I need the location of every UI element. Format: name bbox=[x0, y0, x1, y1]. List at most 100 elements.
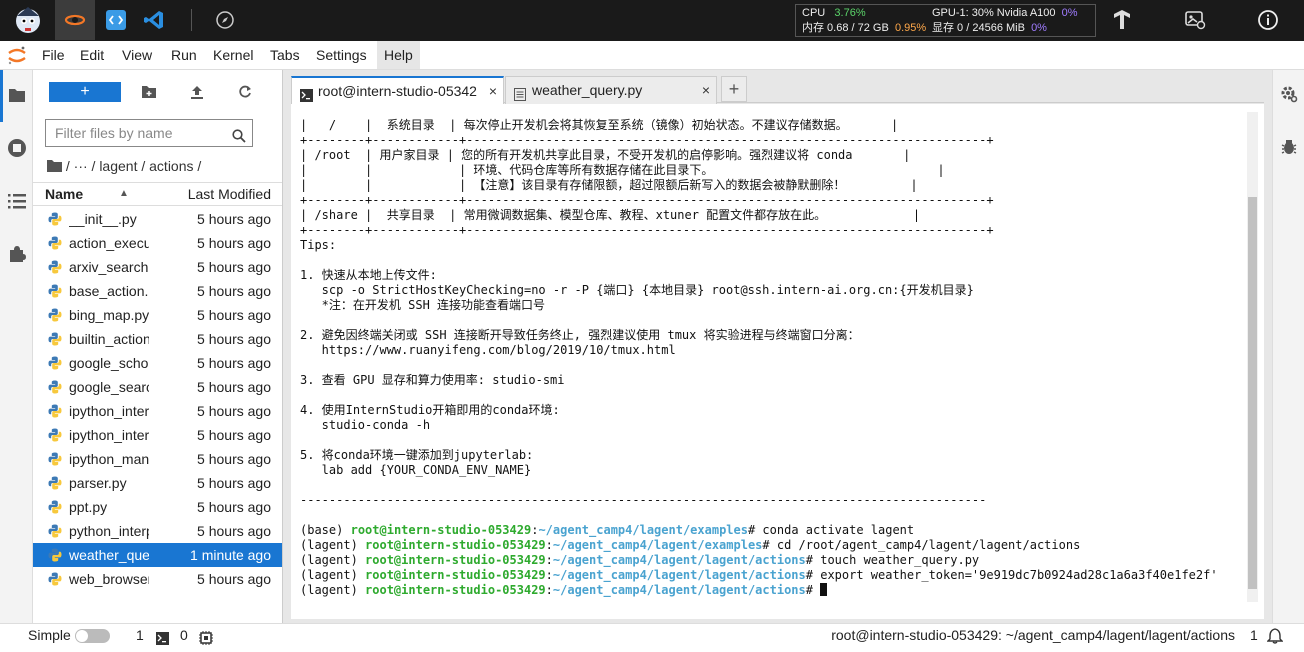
file-modified: 5 hours ago bbox=[197, 499, 271, 515]
new-launcher-button[interactable]: + bbox=[49, 82, 121, 102]
folder-home-icon[interactable] bbox=[47, 159, 62, 172]
file-row[interactable]: bing_map.py 5 hours ago bbox=[33, 303, 282, 327]
kernel-activity-icon[interactable] bbox=[199, 629, 213, 652]
file-row[interactable]: google_scholar_search.py 5 hours ago bbox=[33, 351, 282, 375]
file-row[interactable]: python_interpreter.py 5 hours ago bbox=[33, 519, 282, 543]
menu-help[interactable]: Help bbox=[377, 41, 420, 69]
conda-env: (lagent) bbox=[300, 538, 358, 552]
tab-terminal[interactable]: root@intern-studio-05342 × bbox=[291, 76, 504, 105]
file-modified: 5 hours ago bbox=[197, 571, 271, 587]
column-name[interactable]: Name bbox=[45, 183, 83, 205]
menu-edit[interactable]: Edit bbox=[73, 41, 111, 69]
new-folder-icon[interactable] bbox=[137, 82, 161, 102]
file-name: bing_map.py bbox=[69, 307, 149, 323]
menu-tabs[interactable]: Tabs bbox=[263, 41, 307, 69]
prompt-user: root@intern-studio-053429 bbox=[365, 538, 546, 552]
file-name: google_search.py bbox=[69, 379, 149, 395]
file-modified: 5 hours ago bbox=[197, 451, 271, 467]
tab-weather-query[interactable]: weather_query.py × bbox=[505, 76, 717, 104]
file-row[interactable]: __init__.py 5 hours ago bbox=[33, 207, 282, 231]
extensions-puzzle-icon[interactable] bbox=[6, 243, 27, 264]
file-row[interactable]: base_action.py 5 hours ago bbox=[33, 279, 282, 303]
file-filter-input[interactable] bbox=[45, 119, 253, 147]
file-row[interactable]: weather_query.py 1 minute ago bbox=[33, 543, 282, 567]
menu-kernel[interactable]: Kernel bbox=[206, 41, 260, 69]
toggle-knob bbox=[76, 630, 88, 642]
file-list-header: Name ▲ Last Modified bbox=[33, 182, 282, 206]
terminal-line: 4. 使用InternStudio开箱即用的conda环境: bbox=[300, 403, 560, 417]
column-last-modified[interactable]: Last Modified bbox=[188, 183, 271, 205]
jupyter-icon[interactable] bbox=[55, 0, 95, 40]
folder-icon[interactable] bbox=[6, 84, 27, 105]
file-row[interactable]: parser.py 5 hours ago bbox=[33, 471, 282, 495]
left-sidebar bbox=[0, 70, 33, 623]
compass-icon[interactable] bbox=[205, 0, 245, 40]
python-file-icon bbox=[48, 380, 62, 394]
running-kernels-icon[interactable] bbox=[6, 137, 27, 158]
terminal-command-line: (lagent) root@intern-studio-053429:~/age… bbox=[300, 538, 1081, 552]
terminal-line: 2. 避免因终端关闭或 SSH 连接断开导致任务终止, 强烈建议使用 tmux … bbox=[300, 328, 860, 342]
file-row[interactable]: google_search.py 5 hours ago bbox=[33, 375, 282, 399]
file-row[interactable]: ppt.py 5 hours ago bbox=[33, 495, 282, 519]
file-row[interactable]: action_executor.py 5 hours ago bbox=[33, 231, 282, 255]
conda-env: (base) bbox=[300, 523, 344, 537]
file-row[interactable]: builtin_actions.py 5 hours ago bbox=[33, 327, 282, 351]
terminal-status-icon[interactable] bbox=[156, 629, 169, 652]
close-icon[interactable]: × bbox=[489, 78, 497, 104]
upload-icon[interactable] bbox=[185, 82, 209, 102]
notification-count[interactable]: 1 bbox=[1250, 624, 1258, 647]
jupyter-logo-icon[interactable] bbox=[6, 44, 28, 69]
file-row[interactable]: web_browser.py 5 hours ago bbox=[33, 567, 282, 591]
close-icon[interactable]: × bbox=[702, 77, 710, 103]
terminal-output[interactable]: | / | 系统目录 | 每次停止开发机会将其恢复至系统（镜像）初始状态。不建议… bbox=[300, 118, 1218, 598]
conda-env: (lagent) bbox=[300, 583, 358, 597]
toolbar-divider bbox=[191, 9, 192, 31]
python-file-icon bbox=[48, 572, 62, 586]
file-name: weather_query.py bbox=[69, 547, 149, 563]
mascot-logo-icon[interactable] bbox=[8, 0, 48, 40]
simple-mode-toggle[interactable] bbox=[75, 629, 110, 643]
resource-monitor: CPU 3.76% 内存 0.68 / 72 GB 0.95% GPU-1: 3… bbox=[795, 4, 1096, 37]
info-icon[interactable] bbox=[1248, 0, 1288, 40]
debugger-bug-icon[interactable] bbox=[1280, 138, 1298, 159]
command-text: # conda activate lagent bbox=[747, 523, 915, 537]
vram-readout: 显存 0 / 24566 MiB 0% bbox=[932, 22, 1047, 34]
terminal-count[interactable]: 0 bbox=[180, 624, 188, 647]
python-file-icon bbox=[48, 404, 62, 418]
terminal-panel[interactable]: | / | 系统目录 | 每次停止开发机会将其恢复至系统（镜像）初始状态。不建议… bbox=[291, 104, 1264, 619]
terminal-line: 3. 查看 GPU 显存和算力使用率: studio-smi bbox=[300, 373, 565, 387]
python-file-icon bbox=[48, 332, 62, 346]
table-of-contents-icon[interactable] bbox=[6, 190, 27, 211]
vscode-icon[interactable] bbox=[134, 0, 174, 40]
scrollbar-thumb[interactable] bbox=[1248, 197, 1257, 589]
file-row[interactable]: ipython_interpreter.py 5 hours ago bbox=[33, 423, 282, 447]
file-name: builtin_actions.py bbox=[69, 331, 149, 347]
code-editor-icon[interactable] bbox=[96, 0, 136, 40]
property-inspector-gear-icon[interactable] bbox=[1280, 85, 1298, 106]
menu-run[interactable]: Run bbox=[164, 41, 204, 69]
bell-icon[interactable] bbox=[1266, 628, 1284, 651]
file-modified: 5 hours ago bbox=[197, 427, 271, 443]
prompt-user: root@intern-studio-053429 bbox=[365, 553, 546, 567]
file-row[interactable]: ipython_manager.py 5 hours ago bbox=[33, 447, 282, 471]
menu-view[interactable]: View bbox=[115, 41, 159, 69]
breadcrumb[interactable]: / ··· / lagent / actions / bbox=[47, 156, 201, 176]
file-row[interactable]: ipython_interactive.py 5 hours ago bbox=[33, 399, 282, 423]
file-name: action_executor.py bbox=[69, 235, 149, 251]
terminal-scrollbar[interactable] bbox=[1247, 112, 1258, 602]
breadcrumb-path[interactable]: / ··· / lagent / actions / bbox=[66, 158, 201, 174]
file-row[interactable]: arxiv_search.py 5 hours ago bbox=[33, 255, 282, 279]
kernel-count[interactable]: 1 bbox=[136, 624, 144, 647]
python-file-icon bbox=[48, 428, 62, 442]
refresh-icon[interactable] bbox=[233, 82, 257, 102]
add-tab-button[interactable]: + bbox=[721, 76, 747, 102]
menu-file[interactable]: File bbox=[35, 41, 72, 69]
menu-settings[interactable]: Settings bbox=[309, 41, 374, 69]
tensorflow-icon[interactable] bbox=[1102, 0, 1142, 40]
file-modified: 5 hours ago bbox=[197, 211, 271, 227]
image-settings-icon[interactable] bbox=[1175, 0, 1215, 40]
file-filter-field[interactable] bbox=[55, 125, 224, 141]
